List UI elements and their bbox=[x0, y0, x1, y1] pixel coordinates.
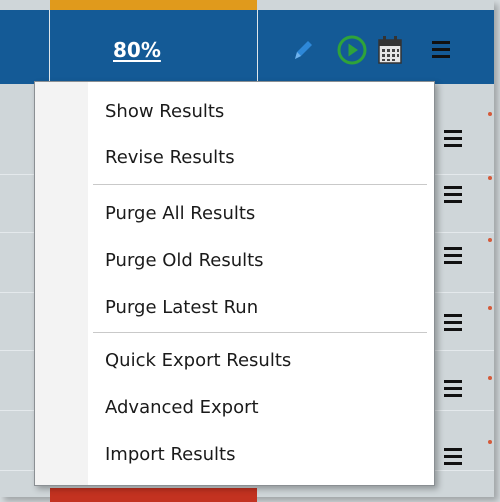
row-menu-icon[interactable] bbox=[444, 247, 468, 269]
hamburger-menu-icon[interactable] bbox=[432, 41, 456, 63]
menu-separator bbox=[93, 332, 427, 333]
column-divider bbox=[257, 10, 258, 84]
row-menu-icon[interactable] bbox=[444, 380, 468, 402]
percent-link[interactable]: 80% bbox=[113, 38, 203, 78]
menu-icon-gutter bbox=[35, 82, 88, 485]
row-marker bbox=[488, 440, 492, 444]
row-marker bbox=[488, 376, 492, 380]
menu-separator bbox=[93, 184, 427, 185]
row-marker bbox=[488, 306, 492, 310]
row-menu-icon[interactable] bbox=[444, 186, 468, 208]
row-menu-icon[interactable] bbox=[444, 314, 468, 336]
menu-item-show-results[interactable]: Show Results bbox=[105, 90, 224, 134]
menu-item-import-results[interactable]: Import Results bbox=[105, 433, 235, 477]
calendar-icon[interactable] bbox=[376, 35, 404, 65]
context-menu: Show Results Revise Results Purge All Re… bbox=[34, 81, 435, 486]
progress-bar-red bbox=[50, 488, 257, 502]
menu-item-revise-results[interactable]: Revise Results bbox=[105, 136, 235, 180]
row-marker bbox=[488, 112, 492, 116]
selected-row[interactable]: 80% bbox=[0, 10, 494, 84]
menu-item-advanced-export[interactable]: Advanced Export bbox=[105, 386, 259, 430]
play-circle-icon[interactable] bbox=[336, 34, 368, 66]
row-marker bbox=[488, 176, 492, 180]
row-menu-icon[interactable] bbox=[444, 130, 468, 152]
menu-item-purge-all-results[interactable]: Purge All Results bbox=[105, 192, 255, 236]
menu-item-quick-export-results[interactable]: Quick Export Results bbox=[105, 339, 291, 383]
menu-item-purge-latest-run[interactable]: Purge Latest Run bbox=[105, 286, 258, 330]
menu-item-purge-old-results[interactable]: Purge Old Results bbox=[105, 239, 264, 283]
row-menu-icon[interactable] bbox=[444, 448, 468, 470]
row-marker bbox=[488, 238, 492, 242]
column-divider bbox=[49, 10, 50, 84]
pencil-icon[interactable] bbox=[291, 37, 315, 63]
